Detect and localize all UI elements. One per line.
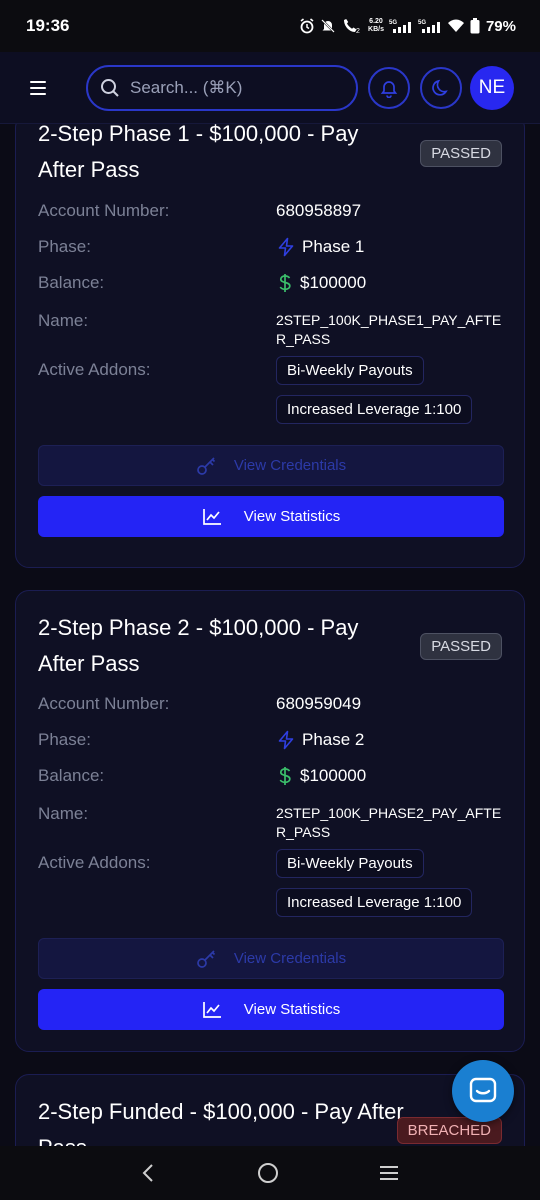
bell-icon: [380, 80, 398, 98]
addon-tag: Increased Leverage 1:100: [276, 888, 473, 917]
name-label: Name:: [38, 804, 89, 823]
svg-text:5G: 5G: [418, 20, 426, 26]
wifi-icon: [447, 19, 464, 32]
chart-icon: [202, 1001, 221, 1018]
account-card: 2-Step Phase 2 - $100,000 - Pay After Pa…: [15, 590, 525, 1052]
search-icon: [101, 78, 119, 97]
battery-icon: [470, 18, 480, 34]
phase-label: Phase:: [38, 730, 91, 749]
balance-value: $100000: [300, 273, 367, 292]
status-badge: PASSED: [420, 140, 502, 167]
view-credentials-button[interactable]: View Credentials: [38, 445, 504, 486]
menu-icon[interactable]: [30, 75, 56, 101]
account-card: 2-Step Phase 1 - $100,000 - Pay After Pa…: [15, 124, 525, 568]
signal-icon: 5G: [389, 20, 411, 33]
view-credentials-button[interactable]: View Credentials: [38, 938, 504, 979]
account-title: 2-Step Funded - $100,000 - Pay After Pas…: [38, 1099, 404, 1146]
account-card: 2-Step Funded - $100,000 - Pay After Pas…: [15, 1074, 525, 1146]
mute-icon: [321, 19, 335, 33]
signal-icon-2: 5G: [418, 20, 440, 33]
notifications-button[interactable]: [368, 66, 410, 109]
home-icon[interactable]: [256, 1161, 280, 1185]
account-number-value: 680958897: [276, 201, 362, 220]
status-indicators: 2 6.20 KB/s 5G 5G 79%: [299, 18, 516, 35]
addon-tag: Bi-Weekly Payouts: [276, 356, 424, 385]
account-title: 2-Step Phase 2 - $100,000 - Pay After Pa…: [38, 615, 359, 676]
account-number-label: Account Number:: [38, 694, 170, 713]
status-badge: PASSED: [420, 633, 502, 660]
addon-tag: Increased Leverage 1:100: [276, 395, 473, 424]
key-icon: [197, 949, 215, 968]
system-navigation-bar: [0, 1146, 540, 1200]
balance-value: $100000: [300, 766, 367, 785]
search-bar[interactable]: [86, 64, 358, 111]
name-value: 2STEP_100K_PHASE1_PAY_AFTER_PASS: [276, 312, 502, 347]
moon-icon: [432, 79, 448, 96]
battery-percent: 79%: [485, 17, 516, 35]
key-icon: [197, 456, 215, 475]
svg-text:2: 2: [356, 28, 360, 34]
name-value: 2STEP_100K_PHASE2_PAY_AFTER_PASS: [276, 805, 502, 840]
wifi-calling-icon: 2: [344, 19, 360, 34]
addons-label: Active Addons:: [38, 853, 151, 872]
net-speed: 6.20 KB/s: [368, 18, 384, 33]
search-input[interactable]: [130, 77, 330, 98]
dollar-icon: [279, 274, 291, 292]
phase-label: Phase:: [38, 237, 91, 256]
accounts-list: 2-Step Phase 1 - $100,000 - Pay After Pa…: [0, 124, 540, 1146]
chat-support-button[interactable]: [452, 1060, 514, 1122]
lightning-icon: [278, 237, 294, 257]
recents-icon[interactable]: [377, 1163, 401, 1183]
view-statistics-label: View Statistics: [243, 1001, 341, 1018]
status-time: 19:36: [26, 16, 70, 35]
view-statistics-button[interactable]: View Statistics: [38, 989, 504, 1030]
view-credentials-label: View Credentials: [233, 950, 347, 967]
status-bar: 19:36 2 6.20 KB/s 5G 5G 79%: [0, 0, 540, 52]
svg-text:5G: 5G: [389, 20, 397, 26]
theme-toggle-button[interactable]: [420, 66, 462, 109]
addons-label: Active Addons:: [38, 360, 151, 379]
alarm-icon: [300, 18, 314, 34]
account-number-value: 680959049: [276, 694, 362, 713]
balance-label: Balance:: [38, 273, 105, 292]
back-icon[interactable]: [139, 1162, 159, 1184]
dollar-icon: [279, 767, 291, 785]
account-title: 2-Step Phase 1 - $100,000 - Pay After Pa…: [38, 124, 359, 182]
chart-icon: [202, 508, 221, 525]
avatar[interactable]: NE: [470, 65, 514, 110]
phase-value: Phase 1: [302, 237, 365, 256]
chat-icon: [469, 1077, 497, 1103]
top-navigation: NE: [0, 52, 540, 124]
phase-value: Phase 2: [302, 730, 365, 749]
balance-label: Balance:: [38, 766, 105, 785]
view-credentials-label: View Credentials: [233, 457, 347, 474]
view-statistics-button[interactable]: View Statistics: [38, 496, 504, 537]
name-label: Name:: [38, 311, 89, 330]
account-number-label: Account Number:: [38, 201, 170, 220]
lightning-icon: [278, 730, 294, 750]
addon-tag: Bi-Weekly Payouts: [276, 849, 424, 878]
view-statistics-label: View Statistics: [243, 508, 341, 525]
